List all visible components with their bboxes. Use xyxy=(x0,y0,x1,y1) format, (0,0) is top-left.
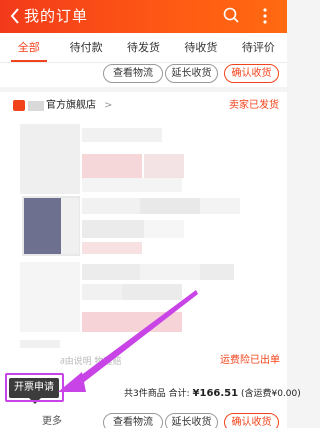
app-header: 我的订单 xyxy=(0,0,287,33)
shipping-insurance-label: 运费险已出单 xyxy=(220,355,280,366)
shop-logo-icon xyxy=(13,100,25,111)
search-icon[interactable] xyxy=(222,6,242,26)
view-logistics-button[interactable]: 查看物流 xyxy=(103,64,163,83)
shop-row[interactable]: 官方旗舰店 > 卖家已发货 xyxy=(0,92,287,120)
confirm-receipt-button[interactable]: 确认收货 xyxy=(224,64,279,83)
partial-text: ∂由说明 物理赔 xyxy=(60,357,122,367)
total-price: ¥166.51 xyxy=(192,388,239,399)
confirm-receipt-button[interactable]: 确认收货 xyxy=(224,413,279,428)
page-title: 我的订单 xyxy=(24,7,89,25)
tab-pending-review[interactable]: 待评价 xyxy=(230,33,287,62)
order-summary: 共3件商品 合计: ¥166.51 (含运费¥0.00) xyxy=(124,388,301,400)
item-count: 共3件商品 xyxy=(124,389,166,399)
highlight-box xyxy=(5,373,64,402)
back-arrow-icon[interactable] xyxy=(6,6,24,26)
shop-name: 官方旗舰店 xyxy=(46,100,96,111)
order-status: 卖家已发货 xyxy=(229,100,279,111)
tab-pending-payment[interactable]: 待付款 xyxy=(57,33,114,62)
tab-all[interactable]: 全部 xyxy=(0,33,57,62)
more-link[interactable]: 更多 xyxy=(42,416,62,428)
extend-receipt-button[interactable]: 延长收货 xyxy=(165,413,218,428)
extend-receipt-button[interactable]: 延长收货 xyxy=(165,64,218,83)
total-label: 合计: xyxy=(168,389,190,399)
more-options-icon[interactable] xyxy=(258,6,272,26)
tab-pending-receipt[interactable]: 待收货 xyxy=(172,33,229,62)
shipping-fee: (含运费¥0.00) xyxy=(240,389,301,399)
order-tabs: 全部 待付款 待发货 待收货 待评价 xyxy=(0,33,287,63)
order-card: 查看物流 延长收货 确认收货 xyxy=(0,63,287,87)
chevron-right-icon: > xyxy=(104,100,113,111)
shop-name-blur xyxy=(28,101,44,111)
tab-pending-shipment[interactable]: 待发货 xyxy=(115,33,172,62)
view-logistics-button[interactable]: 查看物流 xyxy=(103,413,163,428)
